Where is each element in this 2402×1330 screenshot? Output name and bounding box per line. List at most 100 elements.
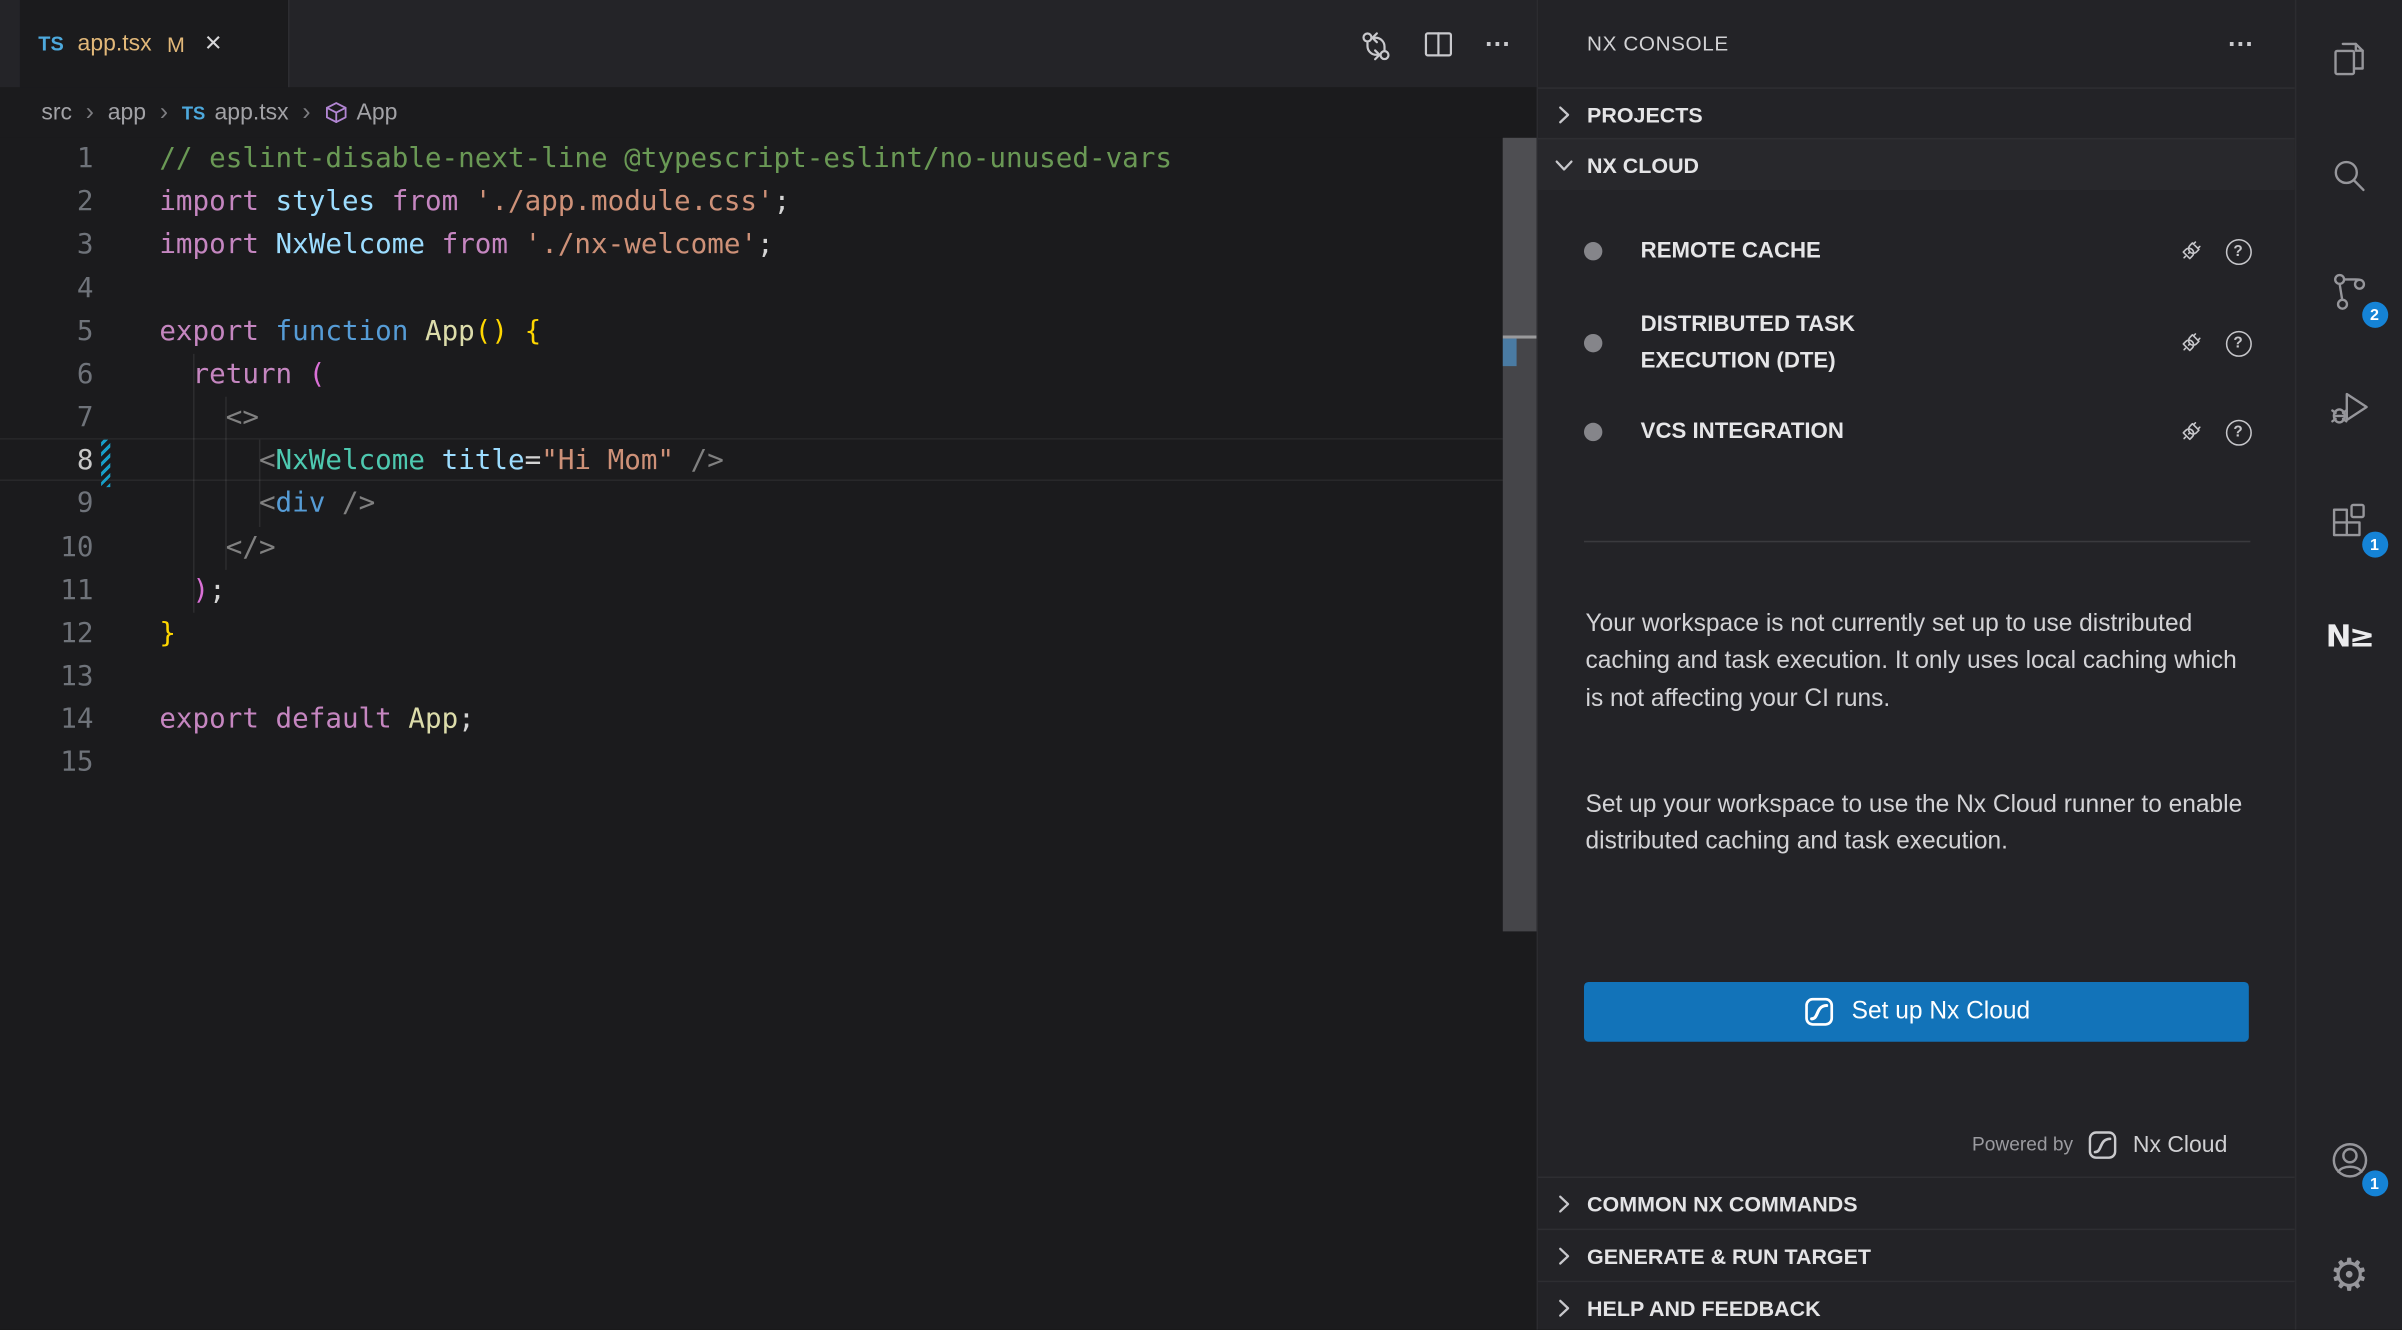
tab-filename: app.tsx [78, 31, 152, 57]
panel-section-help-and-feedback[interactable]: HELP AND FEEDBACK [1538, 1281, 2295, 1330]
modified-badge: M [167, 31, 185, 56]
powered-by: Powered by Nx Cloud [1972, 1126, 2227, 1163]
search-icon [2327, 154, 2371, 198]
tree-item-label: DISTRIBUTED TASK EXECUTION (DTE) [1641, 306, 1970, 380]
overview-modified-mark [1503, 339, 1517, 367]
code-editor[interactable]: 1 // eslint-disable-next-line @typescript… [0, 138, 1536, 1330]
breadcrumb-item-app[interactable]: app [108, 100, 146, 126]
line-number: 2 [0, 181, 93, 224]
panel-title: NX CONSOLE [1587, 32, 1729, 55]
split-editor-icon[interactable] [1420, 26, 1455, 61]
help-icon[interactable]: ? [2224, 418, 2252, 446]
activity-item-settings[interactable]: ⚙ [2315, 1241, 2382, 1308]
breadcrumb-label: app [108, 100, 146, 126]
line-number: 7 [0, 397, 93, 440]
editor-more-actions-icon[interactable]: ⋯ [1484, 28, 1512, 59]
activity-item-account[interactable]: 1 [2315, 1126, 2382, 1193]
scrollbar[interactable] [1503, 138, 1537, 932]
line-text: import styles from './app.module.css'; [159, 181, 790, 224]
vscode-window: TS app.tsx M × ⋯ [0, 0, 2402, 1330]
panel-section-projects[interactable]: PROJECTS [1538, 87, 2295, 139]
panel-section-common-nx-commands[interactable]: COMMON NX COMMANDS [1538, 1176, 2295, 1228]
badge-count: 1 [2361, 1170, 2387, 1196]
help-icon[interactable]: ? [2224, 237, 2252, 265]
typescript-file-icon: TS [182, 100, 206, 126]
line-number: 12 [0, 613, 93, 656]
gutter-modified-indicator [101, 440, 110, 487]
tree-item-actions: ? [2177, 237, 2252, 265]
connect-icon[interactable] [2177, 237, 2205, 265]
line-number: 6 [0, 354, 93, 397]
nx-cloud-item-vcs-integration[interactable]: VCS INTEGRATION? [1584, 414, 2252, 451]
connect-icon[interactable] [2177, 418, 2205, 446]
line-text: export default App; [159, 699, 474, 742]
tree-item-label: REMOTE CACHE [1641, 233, 1970, 270]
activity-item-search[interactable] [2315, 142, 2382, 209]
panel-paragraph: Your workspace is not currently set up t… [1586, 607, 2249, 719]
editor-actions: ⋯ [1356, 0, 1512, 87]
panel-section-generate-run-target[interactable]: GENERATE & RUN TARGET [1538, 1229, 2295, 1281]
activity-item-extensions[interactable]: 1 [2315, 487, 2382, 554]
tab-app-tsx[interactable]: TS app.tsx M × [20, 0, 290, 87]
nx-cloud-brand-label: Nx Cloud [2133, 1131, 2228, 1157]
tree-item-label: VCS INTEGRATION [1641, 414, 1970, 451]
gear-icon: ⚙ [2329, 1252, 2369, 1296]
activity-item-explorer[interactable] [2315, 25, 2382, 92]
breadcrumb-separator-icon: › [160, 99, 168, 127]
line-number: 1 [0, 138, 93, 181]
activity-item-run-and-debug[interactable] [2315, 372, 2382, 439]
breadcrumb-separator-icon: › [86, 99, 94, 127]
line-text: export function App() { [159, 310, 541, 353]
breadcrumb: src›app›TSapp.tsx›App [0, 87, 1536, 138]
nx-console-icon: N≥ [2326, 617, 2373, 654]
panel-section-nx-cloud[interactable]: NX CLOUD [1538, 138, 2295, 190]
line-number: 14 [0, 699, 93, 742]
section-label: NX CLOUD [1587, 152, 1699, 177]
line-text: } [159, 613, 176, 656]
panel-more-actions-icon[interactable]: ⋯ [2227, 28, 2255, 59]
chevron-right-icon [1552, 1295, 1577, 1320]
breadcrumb-item-app[interactable]: App [324, 100, 397, 126]
help-icon-glyph: ? [2225, 238, 2251, 264]
help-icon[interactable]: ? [2224, 329, 2252, 357]
help-icon-glyph: ? [2225, 330, 2251, 356]
status-dot-icon [1584, 334, 1602, 352]
section-label: COMMON NX COMMANDS [1587, 1191, 1857, 1216]
line-text: ); [159, 569, 225, 612]
line-number: 10 [0, 526, 93, 569]
tree-item-actions: ? [2177, 418, 2252, 446]
tab-bar: TS app.tsx M × ⋯ [0, 0, 1536, 87]
nx-cloud-item-remote-cache[interactable]: REMOTE CACHE? [1584, 233, 2252, 270]
badge-count: 1 [2361, 532, 2387, 558]
explorer-icon [2327, 36, 2371, 80]
symbol-cube-icon [324, 101, 347, 124]
panel-paragraph: Set up your workspace to use the Nx Clou… [1586, 787, 2249, 861]
help-icon-glyph: ? [2225, 419, 2251, 445]
close-tab-icon[interactable]: × [205, 29, 222, 58]
chevron-right-icon [1552, 1191, 1577, 1216]
section-divider [1584, 541, 2250, 543]
run-and-debug-icon [2327, 384, 2371, 428]
line-text: // eslint-disable-next-line @typescript-… [159, 138, 1172, 181]
nx-cloud-logo-icon [2087, 1128, 2119, 1160]
line-number: 9 [0, 483, 93, 526]
breadcrumb-label: App [357, 100, 398, 126]
breadcrumb-label: app.tsx [215, 100, 289, 126]
setup-nx-cloud-button[interactable]: Set up Nx Cloud [1584, 982, 2249, 1042]
tree-item-actions: ? [2177, 329, 2252, 357]
open-changes-icon[interactable] [1356, 26, 1391, 61]
nx-cloud-item-distributed-task-execution-dte-[interactable]: DISTRIBUTED TASK EXECUTION (DTE)? [1584, 306, 2252, 380]
line-text: <> [159, 397, 259, 440]
badge-count: 2 [2361, 302, 2387, 328]
breadcrumb-label: src [41, 100, 72, 126]
typescript-file-icon: TS [38, 32, 63, 55]
status-dot-icon [1584, 242, 1602, 260]
nx-console-panel: NX CONSOLE ⋯ PROJECTS NX CLOUD REMOTE CAC… [1536, 0, 2294, 1330]
breadcrumb-item-app-tsx[interactable]: TS app.tsx [182, 100, 289, 126]
line-text: <NxWelcome title="Hi Mom" /> [159, 440, 724, 483]
connect-icon[interactable] [2177, 329, 2205, 357]
section-label: GENERATE & RUN TARGET [1587, 1243, 1871, 1268]
activity-item-nx-console[interactable]: N≥ [2315, 602, 2382, 669]
activity-item-source-control[interactable]: 2 [2315, 257, 2382, 324]
breadcrumb-item-src[interactable]: src [41, 100, 72, 126]
